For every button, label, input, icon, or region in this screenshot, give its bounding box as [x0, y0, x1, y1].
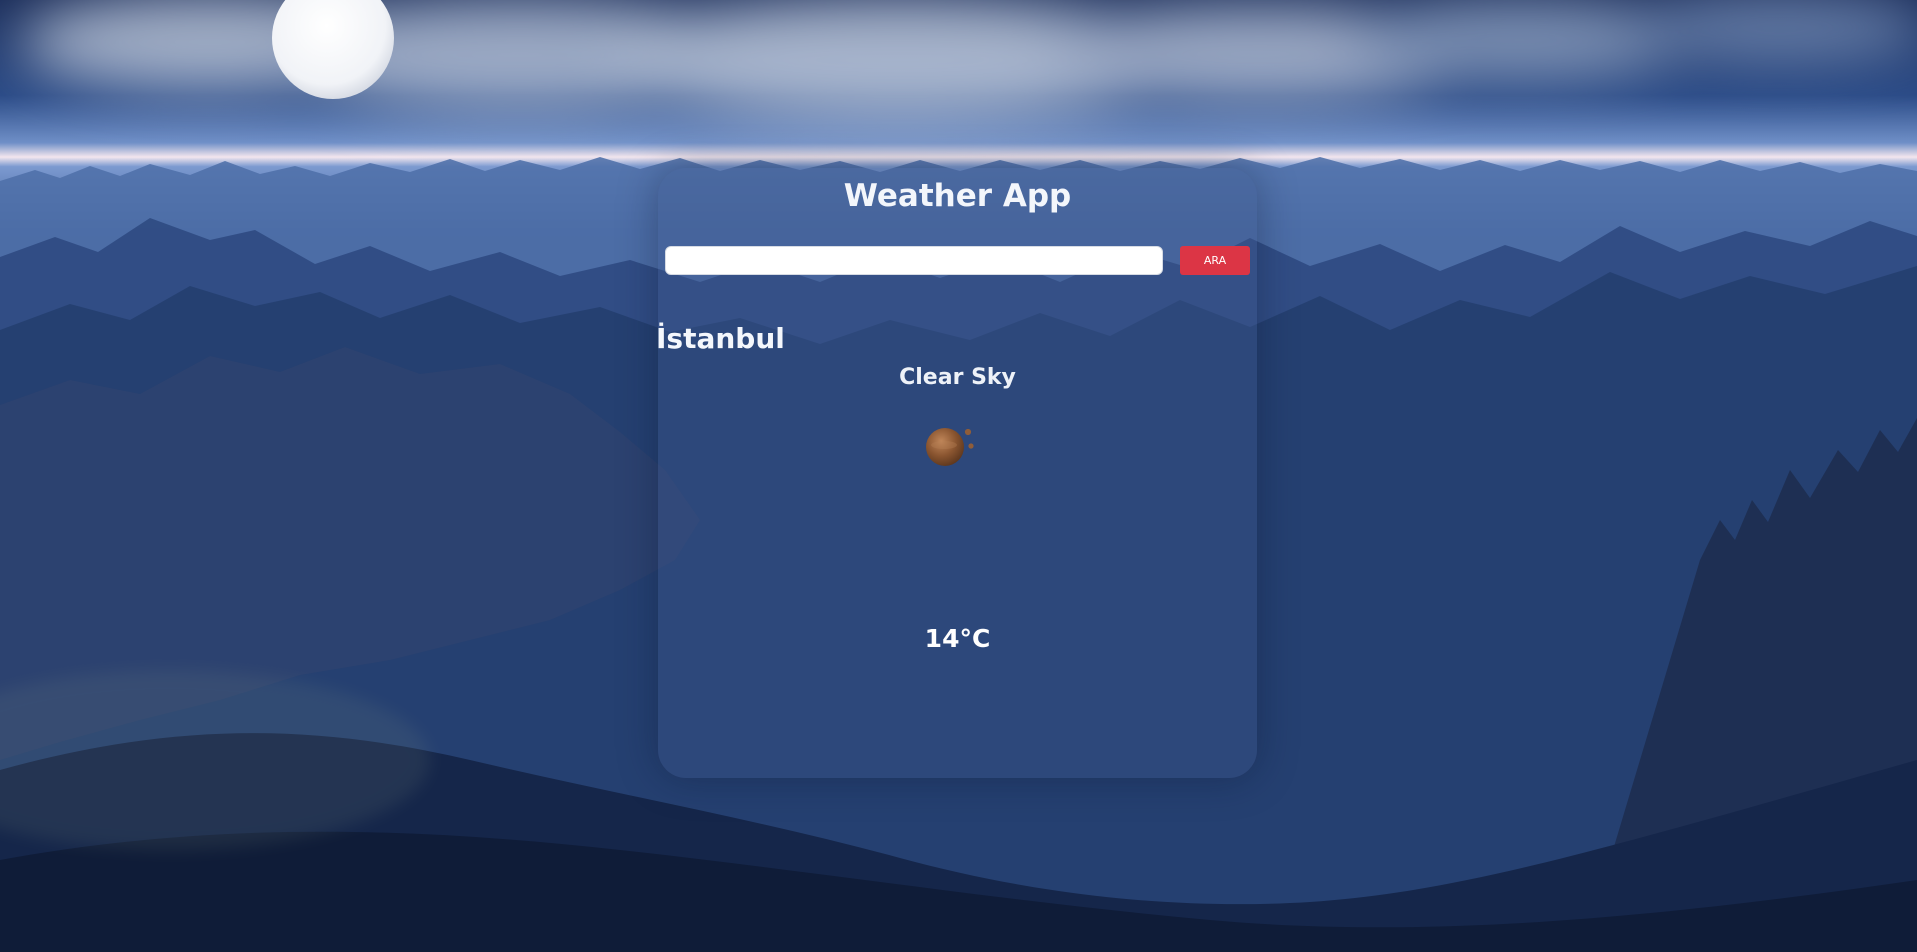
search-button[interactable]: ARA	[1180, 246, 1250, 275]
temperature: 14°C	[924, 624, 991, 653]
clear-sky-icon	[920, 422, 980, 474]
city-search-input[interactable]	[665, 246, 1163, 275]
city-name: İstanbul	[656, 322, 785, 355]
planet-icon	[926, 428, 974, 466]
app-title: Weather App	[843, 178, 1072, 214]
weather-condition: Clear Sky	[899, 365, 1016, 390]
